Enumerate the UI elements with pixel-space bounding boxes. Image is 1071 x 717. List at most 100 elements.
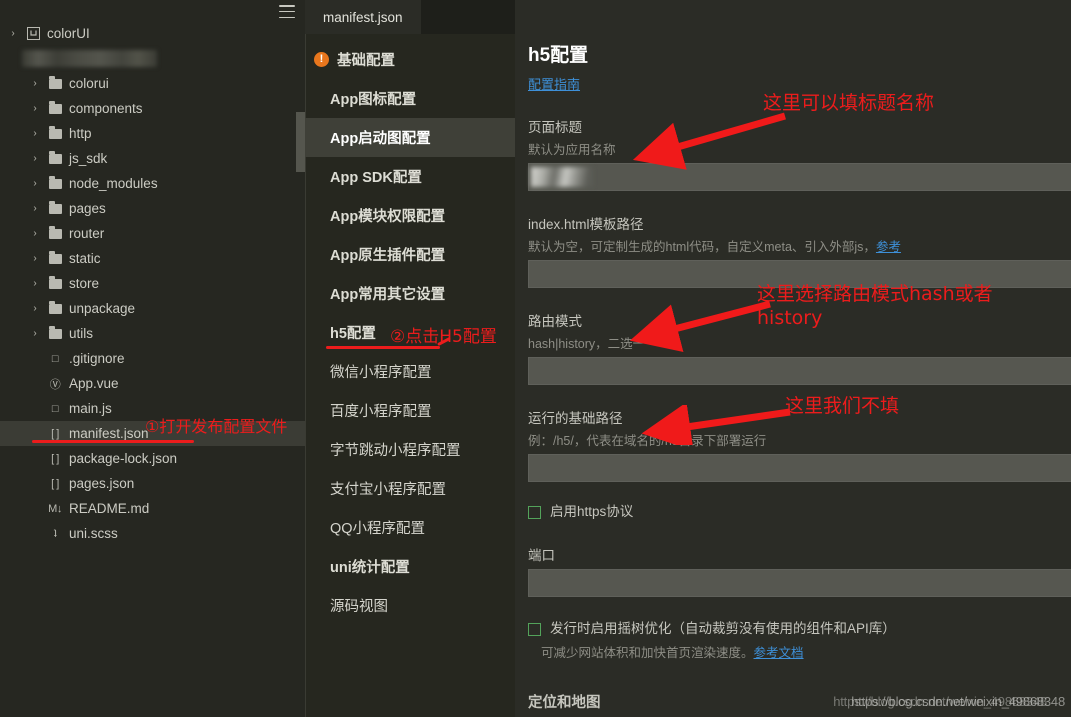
field-port: 端口: [528, 544, 1071, 597]
annotation-leave-empty: 这里我们不填: [785, 395, 900, 417]
sidebar-scrollbar[interactable]: [296, 112, 305, 172]
nav-item-label: 微信小程序配置: [330, 365, 432, 381]
nav-item-label: App启动图配置: [330, 131, 431, 147]
tree-item-node-modules[interactable]: › node_modules: [0, 171, 305, 196]
tree-item-utils[interactable]: › utils: [0, 321, 305, 346]
nav-item-4[interactable]: App模块权限配置: [305, 196, 515, 235]
project-icon: [22, 27, 44, 40]
tree-item-js-sdk[interactable]: › js_sdk: [0, 146, 305, 171]
tree-item-colorui[interactable]: › colorui: [0, 71, 305, 96]
tree-item-label: main.js: [69, 401, 112, 416]
nav-item-label: 支付宝小程序配置: [330, 482, 446, 498]
page-title: h5配置: [528, 45, 589, 66]
nav-item-label: App原生插件配置: [330, 248, 446, 264]
nav-item-14[interactable]: 源码视图: [305, 586, 515, 625]
json-file-icon: [ ]: [51, 477, 59, 490]
nav-item-13[interactable]: uni统计配置: [305, 547, 515, 586]
file-icon: □: [51, 352, 59, 365]
tree-item-components[interactable]: › components: [0, 96, 305, 121]
tree-item-label: components: [69, 101, 143, 116]
chevron-right-icon[interactable]: ›: [4, 28, 22, 39]
treeshake-checkbox-row[interactable]: 发行时启用摇树优化（自动裁剪没有使用的组件和API库） 可减少网站体积和加快首页…: [528, 621, 1071, 661]
chevron-right-icon[interactable]: ›: [26, 228, 44, 239]
chevron-right-icon[interactable]: ›: [26, 203, 44, 214]
nav-item-label: 百度小程序配置: [330, 404, 432, 420]
base-path-input[interactable]: [528, 454, 1071, 482]
tree-item-router[interactable]: › router: [0, 221, 305, 246]
nav-item-11[interactable]: 支付宝小程序配置: [305, 469, 515, 508]
tree-item--gitignore[interactable]: □ .gitignore: [0, 346, 305, 371]
nav-item-12[interactable]: QQ小程序配置: [305, 508, 515, 547]
annotation-underline-1: [32, 440, 194, 443]
tree-item-label: router: [69, 226, 105, 241]
folder-icon: [44, 100, 66, 114]
tree-item-pages-json[interactable]: [ ] pages.json: [0, 471, 305, 496]
file-tree: › colorUI › colorui › components › http › js_sd…: [0, 0, 305, 546]
tree-item-label: store: [69, 276, 100, 291]
nav-item-9[interactable]: 百度小程序配置: [305, 391, 515, 430]
file-explorer-sidebar: › colorUI › colorui › components › http › js_sd…: [0, 0, 305, 717]
chevron-right-icon[interactable]: ›: [26, 128, 44, 139]
tab-manifest-json[interactable]: manifest.json: [305, 0, 421, 34]
warning-icon: !: [314, 52, 329, 67]
tree-item-package-lock-json[interactable]: [ ] package-lock.json: [0, 446, 305, 471]
tree-item-label: uni.scss: [69, 526, 118, 541]
nav-item-label: uni统计配置: [330, 560, 410, 576]
treeshake-sub-text: 可减少网站体积和加快首页渲染速度。参考文档: [541, 642, 896, 661]
chevron-right-icon[interactable]: ›: [26, 78, 44, 89]
chevron-right-icon[interactable]: ›: [26, 153, 44, 164]
tree-item-unpackage[interactable]: › unpackage: [0, 296, 305, 321]
tree-root-label: colorUI: [47, 26, 90, 41]
vue-file-icon: Ⓥ: [49, 378, 61, 391]
chevron-right-icon[interactable]: ›: [26, 328, 44, 339]
nav-item-label: App SDK配置: [330, 170, 422, 186]
folder-icon: [44, 225, 66, 239]
chevron-right-icon[interactable]: ›: [26, 103, 44, 114]
redacted-project-name: [0, 46, 305, 71]
annotation-choose-router-mode: 这里选择路由模式hash或者 history: [757, 283, 993, 329]
tree-item-static[interactable]: › static: [0, 246, 305, 271]
manifest-nav-panel: manifest.json ! 基础配置 App图标配置 App启动图配置 App SD…: [305, 0, 515, 717]
nav-item-1[interactable]: App图标配置: [305, 79, 515, 118]
tree-item-app-vue[interactable]: Ⓥ App.vue: [0, 371, 305, 396]
tree-item-readme-md[interactable]: M↓ README.md: [0, 496, 305, 521]
page-title-input[interactable]: [528, 163, 1071, 191]
https-checkbox[interactable]: [528, 506, 541, 519]
field-label: 页面标题: [528, 120, 582, 135]
tree-item-uni-scss[interactable]: ʇ uni.scss: [0, 521, 305, 546]
nav-item-10[interactable]: 字节跳动小程序配置: [305, 430, 515, 469]
field-hint: hash|history，二选一: [528, 337, 646, 351]
nav-item-8[interactable]: 微信小程序配置: [305, 352, 515, 391]
tree-item-label: pages: [69, 201, 106, 216]
reference-doc-link[interactable]: 参考文档: [754, 646, 804, 660]
config-guide-link[interactable]: 配置指南: [528, 74, 580, 93]
nav-item-6[interactable]: App常用其它设置: [305, 274, 515, 313]
chevron-right-icon[interactable]: ›: [26, 303, 44, 314]
treeshake-checkbox[interactable]: [528, 622, 541, 636]
reference-link[interactable]: 参考: [876, 240, 901, 254]
tree-item-label: utils: [69, 326, 94, 341]
chevron-right-icon[interactable]: ›: [26, 278, 44, 289]
tree-item-label: js_sdk: [69, 151, 108, 166]
menu-icon[interactable]: [279, 5, 295, 18]
port-input[interactable]: [528, 568, 1071, 597]
watermark-line-2: https://blog.csdn.net/weixin_49868348: [833, 694, 1047, 709]
editor-tab-bar: manifest.json: [305, 0, 515, 34]
nav-item-5[interactable]: App原生插件配置: [305, 235, 515, 274]
nav-item-3[interactable]: App SDK配置: [305, 157, 515, 196]
tree-item-label: App.vue: [69, 376, 119, 391]
https-checkbox-row[interactable]: 启用https协议: [528, 504, 1071, 521]
chevron-right-icon[interactable]: ›: [26, 253, 44, 264]
tree-item-label: README.md: [69, 501, 150, 516]
tree-root-colorui[interactable]: › colorUI: [0, 21, 305, 46]
router-mode-input[interactable]: [528, 357, 1071, 385]
field-hint: 默认为应用名称: [528, 143, 616, 157]
folder-icon: [44, 325, 66, 339]
tree-item-store[interactable]: › store: [0, 271, 305, 296]
nav-item-2[interactable]: App启动图配置: [305, 118, 515, 157]
tree-item-pages[interactable]: › pages: [0, 196, 305, 221]
tree-item-http[interactable]: › http: [0, 121, 305, 146]
chevron-right-icon[interactable]: ›: [26, 178, 44, 189]
nav-item-0[interactable]: ! 基础配置: [305, 40, 515, 79]
folder-icon: [44, 150, 66, 164]
